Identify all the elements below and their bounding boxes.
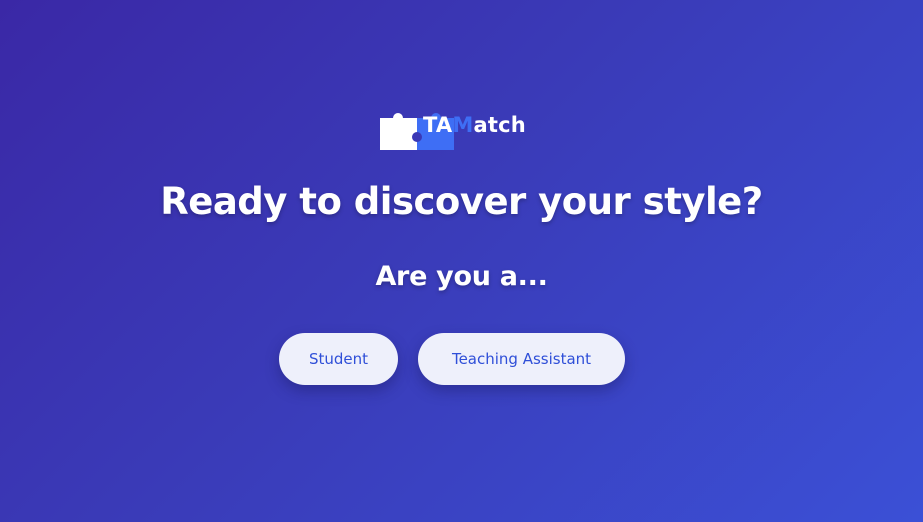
brand-name-rest: atch: [473, 113, 526, 137]
teaching-assistant-button[interactable]: Teaching Assistant: [418, 333, 625, 385]
brand-name-ta: TA: [423, 113, 453, 137]
brand-name: TAMatch: [423, 115, 526, 136]
brand-name-m: M: [452, 113, 474, 137]
landing-page: TAMatch Ready to discover your style? Ar…: [0, 0, 923, 522]
student-button[interactable]: Student: [279, 333, 398, 385]
tamatch-logo: TAMatch: [379, 107, 526, 153]
page-headline: Ready to discover your style?: [160, 180, 763, 223]
role-question: Are you a...: [375, 261, 548, 292]
